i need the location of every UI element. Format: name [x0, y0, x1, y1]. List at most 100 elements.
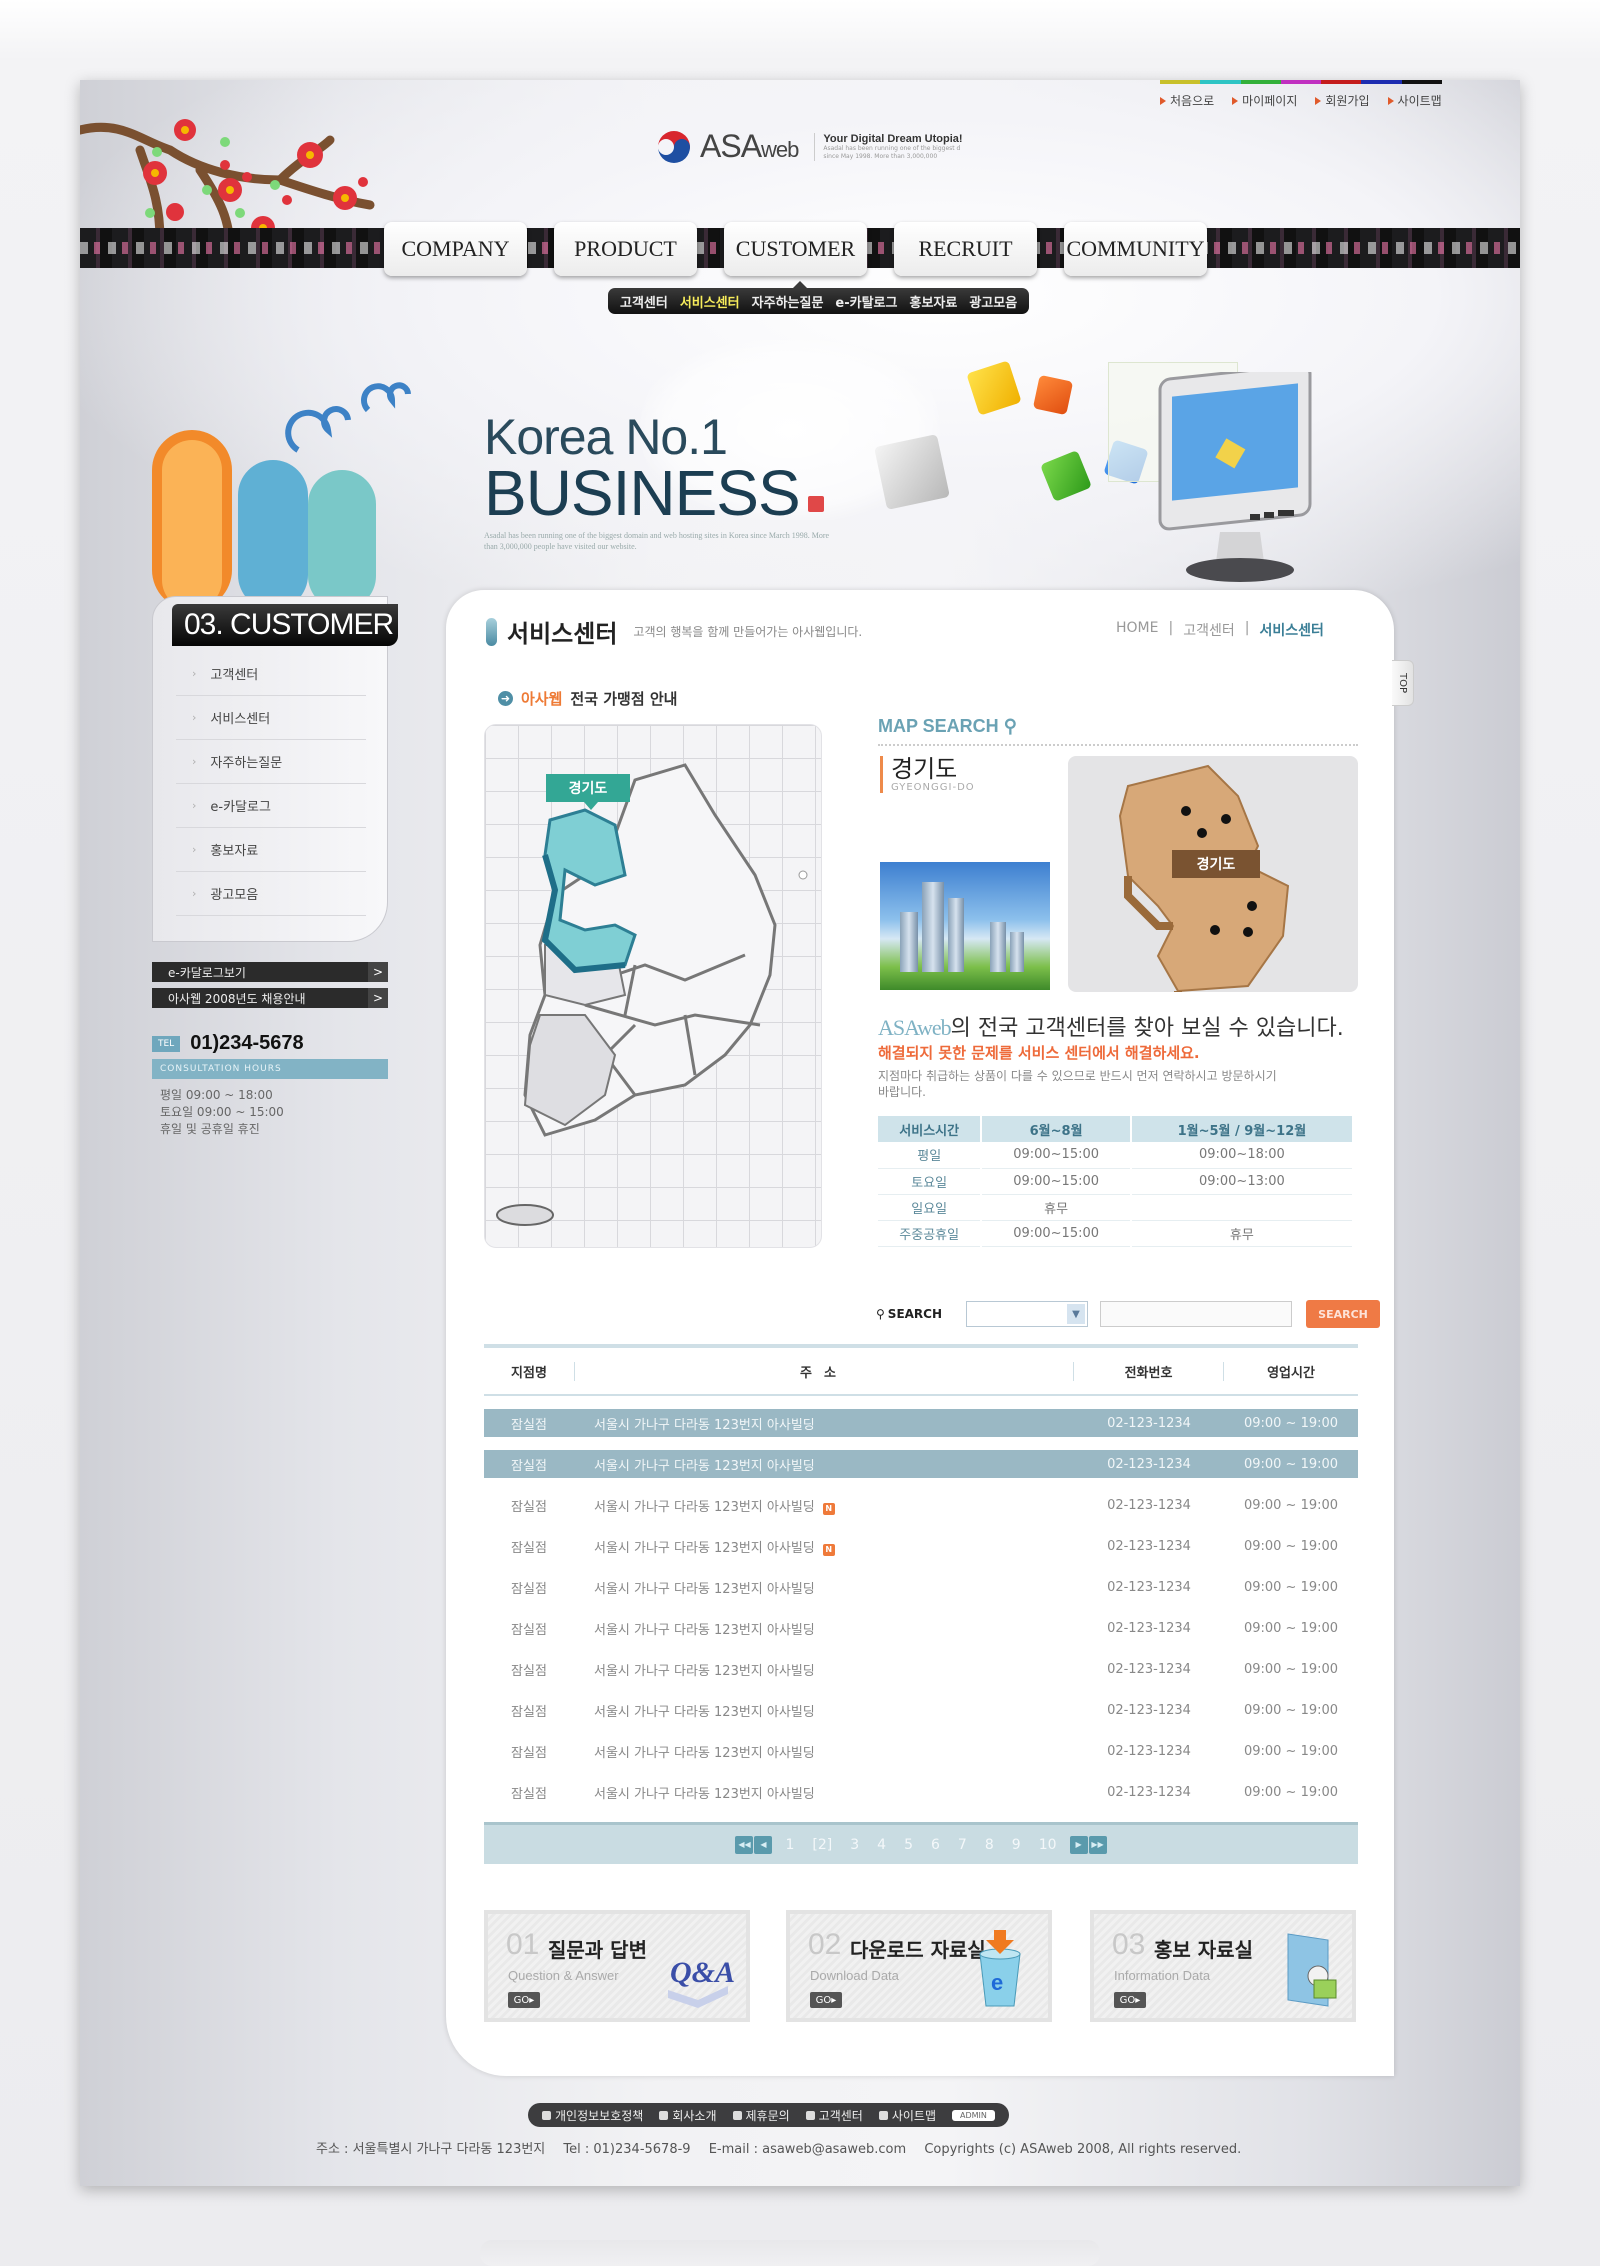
table-row[interactable]: 잠실점 서울시 가나구 다라동 123번지 아사빌딩 02-123-1234 09:0… — [484, 1655, 1358, 1683]
intro-subline: 해결되지 못한 문제를 서비스 센터에서 해결하세요. — [878, 1044, 1200, 1062]
prev-page-button[interactable]: ◀ — [754, 1835, 773, 1854]
footer-link[interactable]: 제휴문의 — [732, 2107, 790, 2124]
utility-link[interactable]: 마이페이지 — [1232, 92, 1297, 109]
go-button[interactable]: GO ▸ — [1114, 1992, 1146, 2008]
sub-nav-item[interactable]: 고객센터 — [620, 292, 668, 311]
sidebar-item[interactable]: › 광고모음 — [176, 872, 366, 916]
branch-name: 잠실점 — [511, 1663, 547, 1679]
main-nav: COMPANY PRODUCT CUSTOMER RECRUIT COMMUNITY — [384, 222, 1207, 276]
table-row[interactable]: 잠실점 서울시 가나구 다라동 123번지 아사빌딩 N 02-123-1234 09:… — [484, 1532, 1358, 1560]
korea-map[interactable] — [484, 724, 822, 1248]
color-strip-segment — [1401, 80, 1442, 84]
table-row[interactable]: 잠실점 서울시 가나구 다라동 123번지 아사빌딩 02-123-1234 09:0… — [484, 1573, 1358, 1601]
traditional-cloud-decoration — [152, 382, 411, 610]
sidebar-item[interactable]: › 홍보자료 — [176, 828, 366, 872]
page-number[interactable]: 3 — [850, 1837, 859, 1853]
service-hours-header: 1월~5월 / 9월~12월 — [1130, 1116, 1355, 1142]
feature-card-info[interactable]: 03 홍보 자료실 Information Data GO ▸ — [1090, 1910, 1356, 2022]
utility-link-label: 사이트맵 — [1397, 94, 1442, 108]
branch-phone: 02-123-1234 — [1107, 1702, 1191, 1718]
table-row[interactable]: 잠실점 서울시 가나구 다라동 123번지 아사빌딩 02-123-1234 09:0… — [484, 1737, 1358, 1765]
breadcrumb-customer-center[interactable]: 고객센터 — [1183, 620, 1235, 640]
next-page-button[interactable]: ▶ — [1069, 1835, 1088, 1854]
go-label: GO — [513, 1994, 530, 2006]
page-number[interactable]: 5 — [904, 1837, 913, 1853]
col-address: 주소 — [574, 1361, 1074, 1381]
go-button[interactable]: GO ▸ — [810, 1992, 842, 2008]
first-page-button[interactable]: ◀◀ — [735, 1835, 754, 1854]
sub-nav-item[interactable]: 서비스센터 — [680, 292, 740, 311]
branch-address-text: 서울시 가나구 다라동 123번지 아사빌딩 — [594, 1581, 815, 1597]
utility-link[interactable]: 회원가입 — [1315, 92, 1370, 109]
breadcrumb-separator: | — [1168, 620, 1174, 636]
recruit-info-button[interactable]: 아사웹 2008년도 채용안내 > — [152, 988, 388, 1008]
footer-link[interactable]: 개인정보보호정책 — [542, 2107, 643, 2124]
sidebar-item[interactable]: › 고객센터 — [176, 652, 366, 696]
nav-tab-recruit[interactable]: RECRUIT — [894, 222, 1037, 276]
nav-tab-customer[interactable]: CUSTOMER — [724, 222, 867, 276]
feature-card-download[interactable]: 02 다운로드 자료실 Download Data GO ▸ e — [786, 1910, 1052, 2022]
table-row[interactable]: 잠실점 서울시 가나구 다라동 123번지 아사빌딩 02-123-1234 09:0… — [484, 1614, 1358, 1642]
branch-hours: 09:00 ~ 19:00 — [1243, 1784, 1339, 1800]
table-row[interactable]: 잠실점 서울시 가나구 다라동 123번지 아사빌딩 02-123-1234 09:0… — [484, 1696, 1358, 1724]
footer-link-label: 사이트맵 — [891, 2108, 937, 2123]
service-hours-row: 토요일 09:00~15:00 09:00~13:00 — [878, 1168, 1355, 1195]
footer-link[interactable]: 회사소개 — [659, 2107, 717, 2124]
search-button[interactable]: SEARCH — [1306, 1300, 1381, 1328]
chevron-right-icon: > — [368, 962, 388, 982]
pagination: ◀◀ ◀ 1 [2] 3 4 5 6 7 8 9 10 ▶ ▶▶ — [484, 1822, 1358, 1864]
sub-nav-item[interactable]: 자주하는질문 — [752, 292, 824, 311]
utility-link[interactable]: 처음으로 — [1160, 92, 1214, 109]
sidebar-item[interactable]: › e-카달로그 — [176, 784, 366, 828]
nav-tab-product[interactable]: PRODUCT — [554, 222, 697, 276]
feature-number: 01 — [506, 1928, 540, 1961]
branch-address: 서울시 가나구 다라동 123번지 아사빌딩 N — [574, 1537, 1074, 1556]
service-hours-table: 서비스시간 6월~8월 1월~5월 / 9월~12월 평일 09:00~15:00… — [878, 1116, 1355, 1247]
branch-phone: 02-123-1234 — [1107, 1538, 1191, 1554]
page-number[interactable]: 10 — [1039, 1837, 1057, 1853]
table-row[interactable]: 잠실점 서울시 가나구 다라동 123번지 아사빌딩 02-123-1234 09:0… — [484, 1450, 1358, 1478]
intro-headline: ASAweb의 전국 고객센터를 찾아 보실 수 있습니다. — [878, 1010, 1344, 1042]
table-row[interactable]: 잠실점 서울시 가나구 다라동 123번지 아사빌딩 02-123-1234 09:0… — [484, 1409, 1358, 1437]
footer-links: 개인정보보호정책 회사소개 제휴문의 고객센터 사이트맵 ADMIN — [528, 2103, 1009, 2127]
utility-link[interactable]: 사이트맵 — [1387, 92, 1442, 109]
footer-link[interactable]: 사이트맵 — [878, 2107, 937, 2124]
feature-card-qa[interactable]: 01 질문과 답변 Question & Answer GO ▸ Q&A — [484, 1910, 750, 2022]
page-number[interactable]: 9 — [1012, 1837, 1021, 1853]
search-category-select[interactable]: ▼ — [966, 1301, 1089, 1327]
page-number[interactable]: 7 — [958, 1837, 967, 1853]
recruit-info-button-label: 아사웹 2008년도 채용안내 — [168, 991, 306, 1006]
admin-button[interactable]: ADMIN — [952, 2109, 995, 2121]
page-number[interactable]: [2] — [812, 1837, 832, 1853]
branch-hours: 09:00 ~ 19:00 — [1243, 1702, 1339, 1718]
page-number[interactable]: 4 — [877, 1837, 886, 1853]
sub-nav-item[interactable]: e-카탈로그 — [835, 292, 897, 311]
search-input[interactable] — [1100, 1301, 1293, 1327]
last-page-button[interactable]: ▶▶ — [1088, 1835, 1107, 1854]
go-button[interactable]: GO ▸ — [508, 1992, 540, 2008]
sub-nav-item[interactable]: 홍보자료 — [909, 292, 957, 311]
ecatalog-button[interactable]: e-카달로그보기 > — [152, 962, 388, 982]
nav-tab-community[interactable]: COMMUNITY — [1064, 222, 1207, 276]
sidebar-item[interactable]: › 서비스센터 — [176, 696, 366, 740]
sidebar-item-label: 광고모음 — [210, 888, 259, 903]
logo[interactable]: ASAweb Your Digital Dream Utopia! Asadal… — [656, 128, 963, 165]
page-number[interactable]: 1 — [785, 1837, 794, 1853]
scroll-top-button[interactable]: TOP — [1392, 660, 1414, 706]
media-folder-icon — [1287, 1933, 1337, 2007]
footer-link-label: 회사소개 — [672, 2108, 717, 2123]
table-row[interactable]: 잠실점 서울시 가나구 다라동 123번지 아사빌딩 02-123-1234 09:0… — [484, 1778, 1358, 1806]
footer-link[interactable]: 고객센터 — [805, 2107, 863, 2124]
table-row[interactable]: 잠실점 서울시 가나구 다라동 123번지 아사빌딩 N 02-123-1234 09:… — [484, 1491, 1358, 1519]
sidebar-item[interactable]: › 자주하는질문 — [176, 740, 366, 784]
chevron-right-icon: › — [192, 667, 197, 680]
breadcrumb-home[interactable]: HOME — [1116, 620, 1158, 640]
sub-nav-item[interactable]: 광고모음 — [969, 292, 1017, 311]
service-hours-cell: 휴무 — [981, 1194, 1132, 1221]
map-region-tag[interactable]: 경기도 — [546, 774, 630, 810]
footer-tel: Tel : 01)234-5678-9 — [563, 2142, 691, 2157]
branch-address: 서울시 가나구 다라동 123번지 아사빌딩 — [574, 1660, 1074, 1679]
nav-tab-company[interactable]: COMPANY — [384, 222, 527, 276]
page-number[interactable]: 6 — [931, 1837, 940, 1853]
page-number[interactable]: 8 — [985, 1837, 994, 1853]
